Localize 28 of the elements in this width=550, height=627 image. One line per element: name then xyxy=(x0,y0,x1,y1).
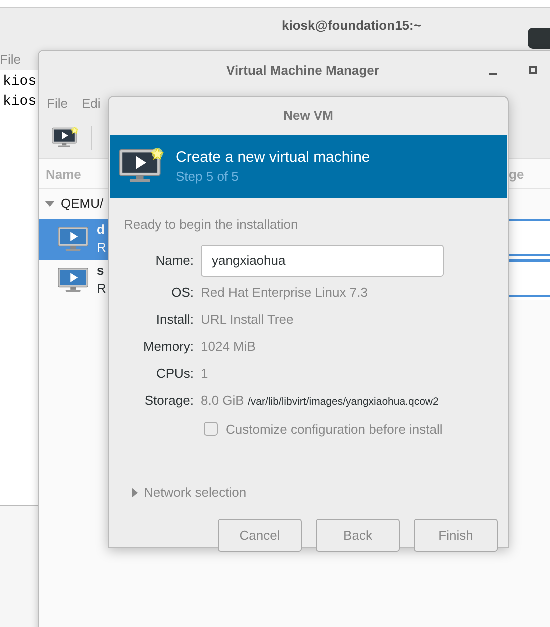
field-label: Storage: xyxy=(144,392,194,410)
banner-heading: Create a new virtual machine xyxy=(176,148,370,168)
column-label: Name xyxy=(46,166,82,184)
vm-status: R xyxy=(97,238,106,257)
field-label: OS: xyxy=(170,284,194,302)
vm-name: s xyxy=(97,262,106,279)
window-title: Virtual Machine Manager xyxy=(226,62,380,80)
checkbox-label: Customize configuration before install xyxy=(226,420,443,439)
column-label: ge xyxy=(509,166,524,184)
dialog-title: New VM xyxy=(284,107,334,126)
field-value: Red Hat Enterprise Linux 7.3 xyxy=(201,284,369,302)
terminal-line: kios xyxy=(3,73,37,92)
field-value: 8.0 GiB xyxy=(201,392,244,408)
vm-name: d xyxy=(97,222,106,238)
field-value: 1 xyxy=(201,364,210,382)
field-label: Name: xyxy=(154,252,194,270)
intro-text: Ready to begin the installation xyxy=(124,216,300,234)
step-label: Step 5 of 5 xyxy=(176,168,240,186)
field-value: 1024 MiB xyxy=(201,338,257,356)
field-value: URL Install Tree xyxy=(201,310,295,328)
connection-label: QEMU/ xyxy=(61,195,104,214)
field-label: Install: xyxy=(155,310,194,328)
field-label: CPUs: xyxy=(155,364,194,382)
terminal-line: kios xyxy=(3,93,37,112)
vm-status: R xyxy=(97,280,106,298)
storage-path: /var/lib/libvirt/images/yangxiaohua.qcow2 xyxy=(248,396,439,408)
window-title: kiosk@foundation15:~ xyxy=(282,17,422,35)
field-label: Memory: xyxy=(142,338,194,356)
